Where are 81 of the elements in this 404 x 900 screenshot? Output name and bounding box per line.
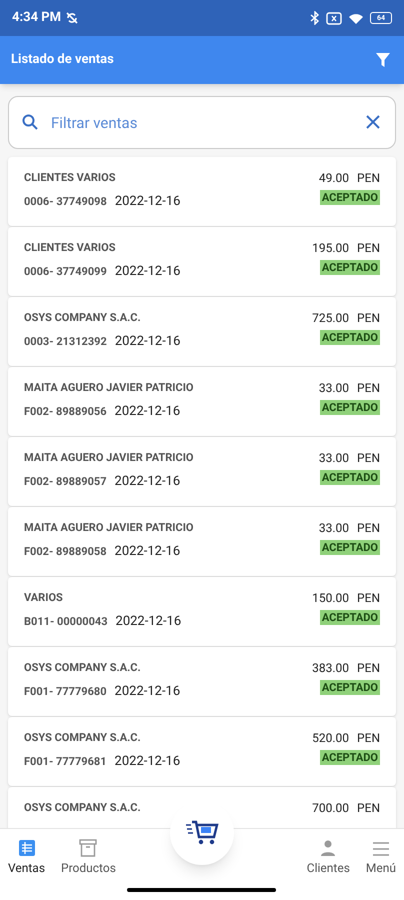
bluetooth-icon xyxy=(310,11,320,25)
sale-amount: 33.00 xyxy=(318,380,350,396)
document-number: F001- 77779680 xyxy=(24,684,107,700)
sale-card[interactable]: OSYS COMPANY S.A.C. F001- 77779680 2022-12-16 383.00 PEN ACEPTADO xyxy=(8,647,396,716)
sale-date: 2022-12-16 xyxy=(114,473,180,491)
status-badge: ACEPTADO xyxy=(320,540,380,555)
sale-amount: 150.00 xyxy=(312,590,350,606)
sale-date: 2022-12-16 xyxy=(114,683,180,701)
person-icon xyxy=(319,839,338,857)
sale-card[interactable]: OSYS COMPANY S.A.C. F001- 77779681 2022-12-16 520.00 PEN ACEPTADO xyxy=(8,717,396,786)
customer-name: CLIENTES VARIOS xyxy=(24,170,116,186)
sale-amount: 700.00 xyxy=(312,800,350,816)
sale-amount: 33.00 xyxy=(318,450,350,466)
sale-date: 2022-12-16 xyxy=(114,403,180,421)
customer-name: OSYS COMPANY S.A.C. xyxy=(24,310,142,326)
status-badge: ACEPTADO xyxy=(320,610,380,625)
sale-date: 2022-12-16 xyxy=(114,543,180,561)
sale-amount: 49.00 xyxy=(318,170,350,186)
document-number: F002- 89889057 xyxy=(24,474,107,490)
document-number: 0003- 21312392 xyxy=(24,334,107,350)
sale-date: 2022-12-16 xyxy=(114,753,180,771)
sale-amount: 195.00 xyxy=(312,240,350,256)
sale-date: 2022-12-16 xyxy=(116,613,182,631)
document-number: F001- 77779681 xyxy=(24,754,107,770)
sale-date: 2022-12-16 xyxy=(114,263,180,281)
customer-name: VARIOS xyxy=(24,590,64,606)
sim-icon xyxy=(326,12,342,24)
customer-name: MAITA AGUERO JAVIER PATRICIO xyxy=(24,520,195,536)
status-badge: ACEPTADO xyxy=(320,330,380,345)
search-icon xyxy=(22,114,38,130)
customer-name: OSYS COMPANY S.A.C. xyxy=(24,660,142,676)
menu-icon xyxy=(372,841,390,857)
status-badge: ACEPTADO xyxy=(320,470,380,485)
app-bar-title: Listado de ventas xyxy=(11,51,115,70)
customer-name: MAITA AGUERO JAVIER PATRICIO xyxy=(24,380,195,396)
sale-card[interactable]: MAITA AGUERO JAVIER PATRICIO F002- 89889056 2022-12-16 33.00 PEN ACEPTADO xyxy=(8,367,396,436)
status-badge: ACEPTADO xyxy=(320,190,380,205)
box-icon xyxy=(79,839,98,857)
sale-card[interactable]: OSYS COMPANY S.A.C. 0003- 21312392 2022-12-16 725.00 PEN ACEPTADO xyxy=(8,297,396,366)
customer-name: MAITA AGUERO JAVIER PATRICIO xyxy=(24,450,195,466)
sale-date: 2022-12-16 xyxy=(114,193,180,211)
grid-icon xyxy=(18,839,36,857)
filter-button[interactable] xyxy=(373,50,393,70)
sale-amount: 33.00 xyxy=(318,520,350,536)
sale-card[interactable]: MAITA AGUERO JAVIER PATRICIO F002- 89889057 2022-12-16 33.00 PEN ACEPTADO xyxy=(8,437,396,506)
sale-amount: 520.00 xyxy=(312,730,350,746)
currency-code: PEN xyxy=(357,520,380,536)
currency-code: PEN xyxy=(357,450,380,466)
document-number: B011- 00000043 xyxy=(24,614,108,630)
sale-card[interactable]: CLIENTES VARIOS 0006- 37749099 2022-12-16 195.00 PEN ACEPTADO xyxy=(8,227,396,296)
customer-name: OSYS COMPANY S.A.C. xyxy=(24,800,142,816)
cart-icon[interactable] xyxy=(185,819,219,847)
status-time: 4:34 PM xyxy=(12,9,62,28)
sale-card[interactable]: VARIOS B011- 00000043 2022-12-16 150.00 PEN ACEPTADO xyxy=(8,577,396,646)
sale-card[interactable]: MAITA AGUERO JAVIER PATRICIO F002- 89889058 2022-12-16 33.00 PEN ACEPTADO xyxy=(8,507,396,576)
document-number: 0006- 37749099 xyxy=(24,264,107,280)
status-badge: ACEPTADO xyxy=(320,750,380,765)
currency-code: PEN xyxy=(357,310,380,326)
document-number: 0006- 37749098 xyxy=(24,194,107,210)
sale-date: 2022-12-16 xyxy=(114,333,180,351)
sync-off-icon xyxy=(65,11,80,25)
currency-code: PEN xyxy=(357,800,380,816)
search-field[interactable]: Filtrar ventas xyxy=(8,96,396,149)
sale-amount: 725.00 xyxy=(312,310,350,326)
document-number: F002- 89889056 xyxy=(24,404,107,420)
currency-code: PEN xyxy=(357,730,380,746)
wifi-icon xyxy=(348,12,364,24)
currency-code: PEN xyxy=(357,380,380,396)
document-number: F002- 89889058 xyxy=(24,544,107,560)
sale-amount: 383.00 xyxy=(312,660,350,676)
currency-code: PEN xyxy=(357,240,380,256)
clear-button[interactable] xyxy=(364,113,382,131)
currency-code: PEN xyxy=(357,590,380,606)
currency-code: PEN xyxy=(357,660,380,676)
sale-card[interactable]: CLIENTES VARIOS 0006- 37749098 2022-12-16 49.00 PEN ACEPTADO xyxy=(8,157,396,226)
status-badge: ACEPTADO xyxy=(320,400,380,415)
status-badge: ACEPTADO xyxy=(320,260,380,275)
customer-name: CLIENTES VARIOS xyxy=(24,240,116,256)
customer-name: OSYS COMPANY S.A.C. xyxy=(24,730,142,746)
status-badge: ACEPTADO xyxy=(320,680,380,695)
currency-code: PEN xyxy=(357,170,380,186)
